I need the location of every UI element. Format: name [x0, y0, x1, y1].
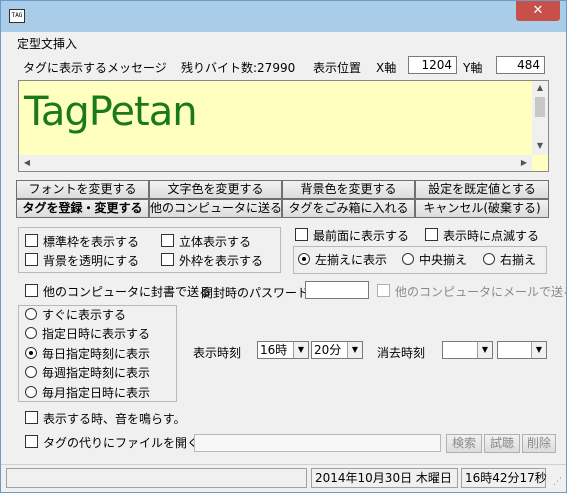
erase-hour-select[interactable]: ▼ — [442, 341, 493, 359]
message-editor[interactable]: TagPetan ▲ ▼ ◀ ▶ — [18, 80, 549, 172]
close-button[interactable]: ✕ — [516, 1, 560, 21]
change-font-button[interactable]: フォントを変更する — [16, 180, 149, 199]
preview-button[interactable]: 試聴 — [484, 434, 520, 453]
set-default-button[interactable]: 設定を既定値とする — [415, 180, 549, 199]
scroll-up-icon[interactable]: ▲ — [532, 83, 548, 92]
open-file-checkbox[interactable]: タグの代りにファイルを開く。 — [25, 435, 211, 451]
message-text[interactable]: TagPetan — [24, 89, 198, 135]
display-hour-select[interactable]: 16時 ▼ — [257, 341, 309, 359]
play-sound-checkbox[interactable]: 表示する時、音を鳴らす。 — [25, 411, 186, 427]
chevron-down-icon[interactable]: ▼ — [347, 342, 362, 358]
app-icon: TAG — [9, 9, 25, 23]
cancel-button[interactable]: キャンセル(破棄する) — [415, 199, 549, 218]
x-axis-field[interactable]: 1204 — [408, 56, 457, 74]
status-date: 2014年10月30日 木曜日 — [311, 468, 458, 488]
blink-checkbox[interactable]: 表示時に点滅する — [425, 228, 539, 244]
monthly-radio[interactable]: 毎月指定日時に表示 — [25, 385, 150, 401]
y-axis-label: Y軸 — [463, 61, 483, 75]
resize-grip-icon[interactable]: ⋰ — [553, 477, 562, 487]
delete-button[interactable]: 削除 — [522, 434, 556, 453]
y-axis-field[interactable]: 484 — [496, 56, 545, 74]
transparent-bg-checkbox[interactable]: 背景を透明にする — [25, 253, 139, 269]
display-minute-select[interactable]: 20分 ▼ — [311, 341, 363, 359]
message-label: タグに表示するメッセージ — [23, 61, 167, 75]
seal-send-checkbox[interactable]: 他のコンピュータに封書で送る — [25, 284, 211, 300]
change-text-color-button[interactable]: 文字色を変更する — [149, 180, 282, 199]
search-button[interactable]: 検索 — [446, 434, 482, 453]
topmost-checkbox[interactable]: 最前面に表示する — [295, 228, 409, 244]
password-input[interactable] — [305, 281, 369, 299]
x-axis-label: X軸 — [376, 61, 397, 75]
chevron-down-icon[interactable]: ▼ — [477, 342, 492, 358]
scroll-down-icon[interactable]: ▼ — [532, 141, 548, 150]
email-send-checkbox[interactable]: 他のコンピュータにメールで送る — [377, 284, 567, 300]
erase-minute-select[interactable]: ▼ — [497, 341, 547, 359]
daily-radio[interactable]: 毎日指定時刻に表示 — [25, 346, 150, 362]
file-path-input[interactable] — [194, 434, 441, 452]
chevron-down-icon[interactable]: ▼ — [293, 342, 308, 358]
move-to-trash-button[interactable]: タグをごみ箱に入れる — [282, 199, 415, 218]
erase-time-label: 消去時刻 — [377, 346, 426, 360]
immediate-radio[interactable]: すぐに表示する — [25, 307, 126, 323]
scroll-left-icon[interactable]: ◀ — [19, 158, 35, 167]
chevron-down-icon[interactable]: ▼ — [531, 342, 546, 358]
send-to-other-computer-button[interactable]: 他のコンピュータに送る — [149, 199, 282, 218]
align-left-radio[interactable]: 左揃えに表示 — [298, 252, 387, 268]
vertical-scrollbar[interactable]: ▲ ▼ — [532, 81, 548, 155]
change-bg-color-button[interactable]: 背景色を変更する — [282, 180, 415, 199]
specified-datetime-radio[interactable]: 指定日時に表示する — [25, 326, 150, 342]
solid-display-checkbox[interactable]: 立体表示する — [161, 234, 251, 250]
align-right-radio[interactable]: 右揃え — [483, 252, 536, 268]
register-tag-button[interactable]: タグを登録・変更する — [16, 199, 149, 218]
scroll-thumb[interactable] — [535, 97, 545, 117]
status-blank — [6, 468, 307, 488]
password-label: 開封時のパスワード — [201, 286, 310, 300]
remaining-bytes-label: 残りバイト数:27990 — [181, 61, 296, 75]
weekly-radio[interactable]: 毎週指定時刻に表示 — [25, 365, 150, 381]
align-center-radio[interactable]: 中央揃え — [402, 252, 467, 268]
main-window: TAG ✕ 定型文挿入 タグに表示するメッセージ 残りバイト数:27990 表示… — [0, 0, 567, 493]
remaining-bytes-value: 27990 — [257, 61, 296, 75]
position-label: 表示位置 — [313, 61, 362, 75]
outer-frame-checkbox[interactable]: 外枠を表示する — [161, 253, 263, 269]
display-time-label: 表示時刻 — [193, 346, 242, 360]
status-bar: 2014年10月30日 木曜日 16時42分17秒 ⋰ — [1, 464, 566, 492]
status-time: 16時42分17秒 — [461, 468, 547, 488]
horizontal-scrollbar[interactable]: ◀ ▶ — [19, 155, 532, 171]
scroll-right-icon[interactable]: ▶ — [516, 158, 532, 167]
insert-template-label[interactable]: 定型文挿入 — [17, 35, 77, 52]
standard-frame-checkbox[interactable]: 標準枠を表示する — [25, 234, 139, 250]
title-bar: TAG ✕ — [1, 1, 566, 32]
